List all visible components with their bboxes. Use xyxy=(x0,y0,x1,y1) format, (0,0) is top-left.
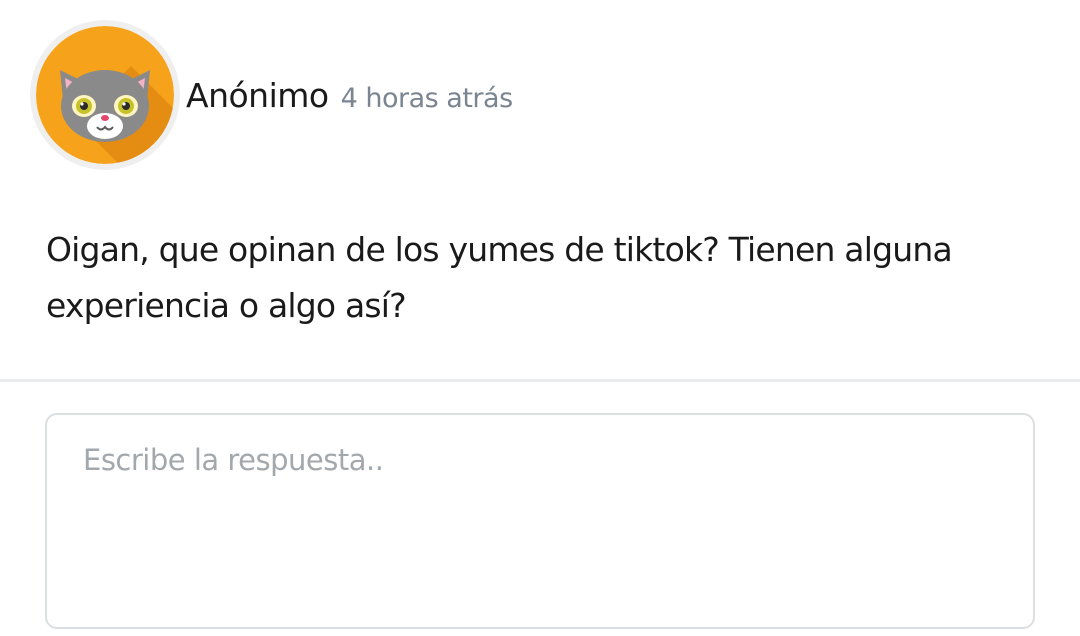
reply-input[interactable] xyxy=(45,413,1035,629)
avatar[interactable] xyxy=(30,20,180,170)
cat-icon xyxy=(36,26,174,164)
post-header: Anónimo 4 horas atrás xyxy=(30,20,513,170)
post-timestamp: 4 horas atrás xyxy=(340,82,514,114)
post-body: Oigan, que opinan de los yumes de tiktok… xyxy=(46,230,953,325)
author-name[interactable]: Anónimo xyxy=(186,76,329,115)
divider xyxy=(0,379,1080,382)
post-meta: Anónimo 4 horas atrás xyxy=(186,76,513,115)
